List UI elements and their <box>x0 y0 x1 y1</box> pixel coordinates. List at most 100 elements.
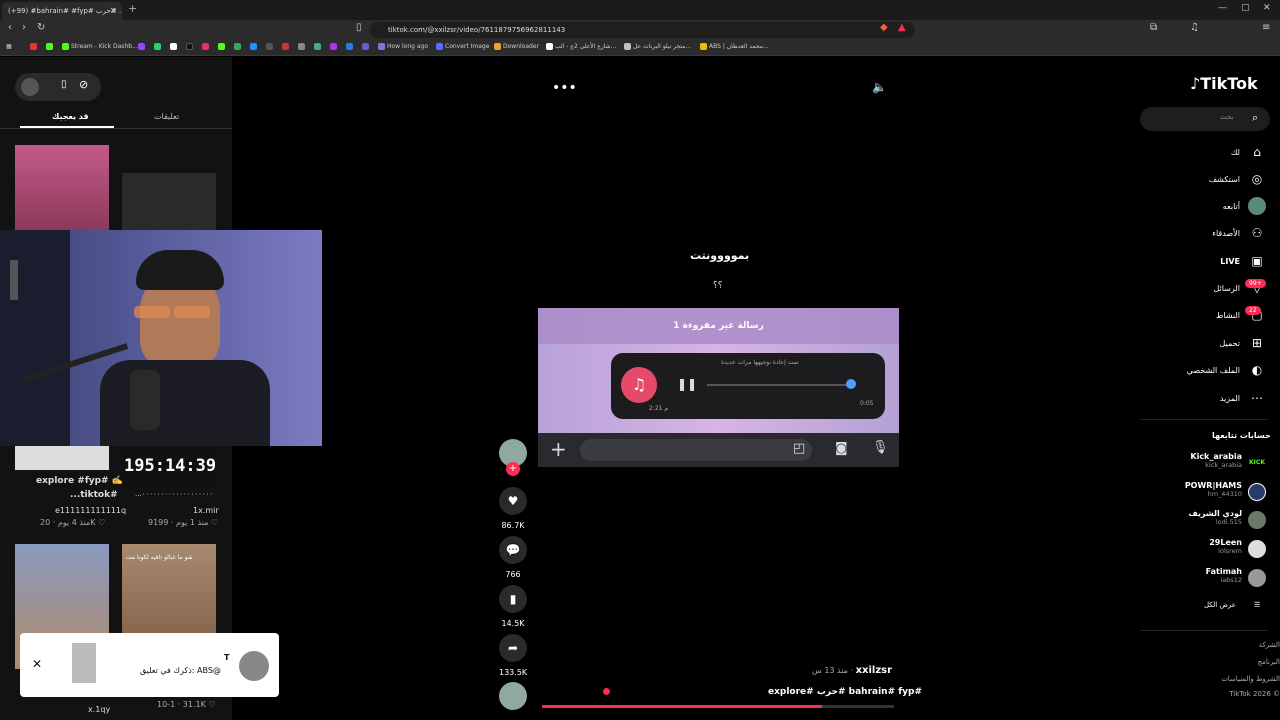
tab-you-may-like[interactable]: قد يعجبك <box>52 112 89 121</box>
reload-icon[interactable]: ↻ <box>37 22 45 33</box>
video-subtitle[interactable]: ...tiktok# <box>70 490 118 500</box>
footer-terms[interactable]: الشروط والسياسات <box>1221 675 1280 683</box>
menu-icon[interactable]: ≡ <box>1262 22 1270 33</box>
video-subtitle[interactable]: ...٠٠٠٠٠٠٠٠٠٠٠٠٠٠٠٠٠٠٠ <box>135 490 213 498</box>
comment-button[interactable]: 💬 766 <box>499 536 527 579</box>
bookmark-icon[interactable] <box>170 43 179 50</box>
bookmark-icon[interactable] <box>46 43 55 50</box>
progress-marker[interactable] <box>603 688 610 695</box>
nav-more[interactable]: المزيد ⋯ <box>1220 389 1266 407</box>
nav-following[interactable]: أتابعه <box>1223 197 1266 215</box>
footer-program[interactable]: البرنامج <box>1258 658 1280 666</box>
account-item[interactable]: Kick_arabia kick_arabia KICK <box>1190 452 1266 472</box>
bookmark-icon[interactable] <box>250 43 259 50</box>
search-icon[interactable]: ⌕ <box>1252 111 1258 125</box>
audio-track[interactable] <box>707 384 853 386</box>
bookmark-icon[interactable] <box>30 43 39 50</box>
bookmark-icon[interactable] <box>266 43 275 50</box>
avatar <box>1248 483 1266 501</box>
profile-pill[interactable]: ▯ ⊘ <box>15 73 101 101</box>
video-user[interactable]: 1x.mir <box>193 506 219 515</box>
back-icon[interactable]: ‹ <box>8 22 12 33</box>
account-item[interactable]: 29Leen lolsrem <box>1209 538 1266 558</box>
tiktok-logo[interactable]: ♪TikTok <box>1190 74 1258 93</box>
bookmark-stream-kick[interactable]: Stream - Kick Dashb... <box>62 43 138 50</box>
bookmark-icon[interactable] <box>154 43 163 50</box>
compass-icon[interactable]: ⊘ <box>79 78 88 91</box>
avatar <box>1248 569 1266 587</box>
bookmark-icon[interactable] <box>138 43 147 50</box>
nav-upload[interactable]: تحميل ⊞ <box>1220 334 1267 352</box>
volume-icon[interactable]: 🔈 <box>872 80 887 94</box>
bookmark-convert-image[interactable]: Convert Image <box>436 43 489 50</box>
bookmark-icon[interactable] <box>330 43 339 50</box>
maximize-icon[interactable]: ▢ <box>1241 3 1250 13</box>
video-thumbnail[interactable]: 195:14:39 <box>122 446 216 486</box>
video-thumbnail[interactable] <box>122 173 216 230</box>
extensions-icon[interactable]: ⧉ <box>1150 22 1157 33</box>
pause-icon[interactable]: ❚❚ <box>677 377 697 391</box>
save-button[interactable]: ▮ 14.5K <box>499 585 527 628</box>
bookmark-abs[interactable]: ABS | محمد العدطان... <box>700 43 769 50</box>
avatar <box>1248 540 1266 558</box>
sound-disc-icon[interactable] <box>499 682 527 710</box>
bookmark-how-long-ago[interactable]: How long ago <box>378 43 428 50</box>
music-icon[interactable]: ♫ <box>1190 22 1199 33</box>
show-all-link[interactable]: عرض الكل ☰ <box>1204 601 1260 609</box>
sticker-icon: ◰ <box>793 441 806 456</box>
bookmark-downloader[interactable]: Downloader <box>494 43 539 50</box>
bookmark-icon[interactable] <box>298 43 307 50</box>
url-input[interactable]: tiktok.com/@xxilzsr/video/76118797569628… <box>370 22 915 38</box>
nav-friends[interactable]: الأصدقاء ⚇ <box>1212 224 1266 242</box>
nav-for-you[interactable]: لك ⌂ <box>1231 143 1266 161</box>
more-options-icon[interactable]: ••• <box>552 80 577 96</box>
video-frame[interactable]: 1 رسالة غير مقروءة ♫ ❚❚ تمت إعادة توجيهه… <box>538 308 899 467</box>
follow-plus-icon[interactable]: + <box>506 462 520 476</box>
bookmark-icon[interactable] <box>346 43 355 50</box>
forward-icon[interactable]: › <box>22 22 26 33</box>
video-author[interactable]: xxilzsr <box>856 665 892 676</box>
bookmark-store[interactable]: متجر نيلو البرنات عل... <box>624 43 691 50</box>
video-title[interactable]: explore #fyp# ✍️ <box>36 476 123 486</box>
nav-live[interactable]: LIVE ▣ <box>1220 252 1266 270</box>
phone-icon[interactable]: ▯ <box>61 79 67 90</box>
search-input[interactable]: بحث ⌕ <box>1140 107 1270 131</box>
bookmark-icon[interactable]: ▯ <box>356 22 362 33</box>
bookmark-icon[interactable] <box>282 43 291 50</box>
home-icon: ⌂ <box>1253 145 1261 159</box>
avatar[interactable] <box>21 78 39 96</box>
video-user[interactable]: x.1qy <box>88 705 110 714</box>
bookmark-icon[interactable] <box>202 43 211 50</box>
close-icon[interactable]: ✕ <box>32 657 42 671</box>
bookmark-street[interactable]: شارع الأعلى 2ع - الب... <box>546 43 616 50</box>
account-item[interactable]: POWR|HAMS hm_44310 <box>1185 481 1266 501</box>
account-item[interactable]: Fatimah iabs12 <box>1206 567 1266 587</box>
bookmark-icon[interactable] <box>362 43 371 50</box>
share-button[interactable]: ➦ 133.5K <box>499 634 527 677</box>
video-hashtags[interactable]: explore# حرب# bahrain# fyp# <box>768 687 922 697</box>
extension-icon[interactable]: ◆ <box>880 22 888 33</box>
apps-icon[interactable]: ▦ <box>6 43 12 50</box>
video-thumbnail[interactable] <box>15 145 109 230</box>
bookmark-icon[interactable] <box>234 43 243 50</box>
tab-comments[interactable]: تعليقات <box>154 112 179 121</box>
notification-toast[interactable]: ✕ T ذكرك في تعليق: ABS@ <box>20 633 279 697</box>
bookmark-icon[interactable] <box>186 43 195 50</box>
close-window-icon[interactable]: ✕ <box>1263 3 1271 13</box>
footer-company[interactable]: الشركة <box>1259 641 1280 649</box>
browser-tab[interactable]: (+99) #bahrain# #fyp# حرب# ... × <box>2 2 122 20</box>
minimize-icon[interactable]: — <box>1218 3 1227 13</box>
account-item[interactable]: لودي الشريف lodi.515 <box>1188 509 1266 529</box>
video-thumbnail[interactable] <box>15 446 109 470</box>
activity-badge: 22 <box>1245 306 1261 315</box>
bookmark-icon[interactable] <box>314 43 323 50</box>
video-user[interactable]: e111111111111q <box>55 506 126 515</box>
nav-explore[interactable]: استكشف ◎ <box>1209 170 1266 188</box>
shield-icon[interactable]: ▲ <box>898 22 906 33</box>
close-tab-icon[interactable]: × <box>109 2 117 20</box>
like-button[interactable]: ♥ 86.7K <box>499 487 527 530</box>
bookmark-icon[interactable] <box>218 43 227 50</box>
audio-scrubber[interactable] <box>846 379 856 389</box>
new-tab-icon[interactable]: + <box>128 2 137 15</box>
nav-profile[interactable]: الملف الشخصي ◐ <box>1187 361 1266 379</box>
